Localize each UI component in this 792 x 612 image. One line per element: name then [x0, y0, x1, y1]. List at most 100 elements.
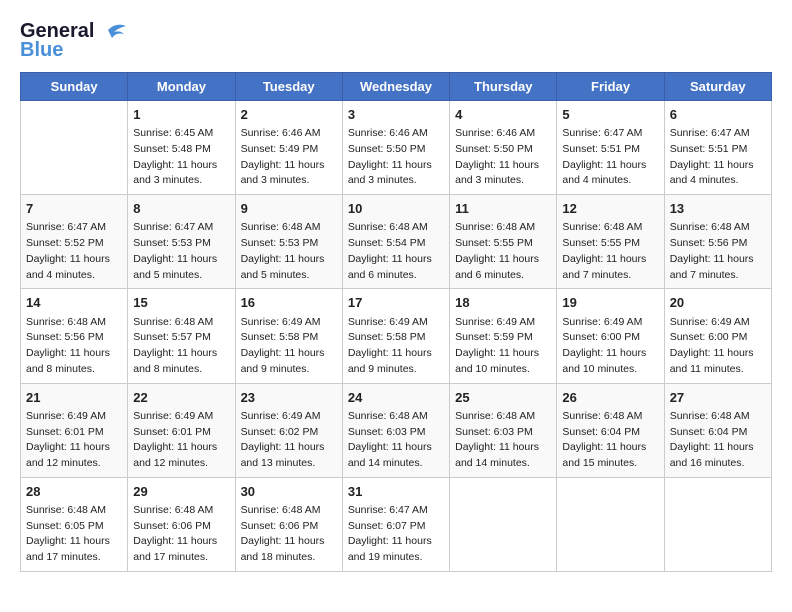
cell-content: Sunrise: 6:47 AM Sunset: 5:53 PM Dayligh… — [133, 220, 229, 283]
day-number: 20 — [670, 294, 766, 312]
day-number: 11 — [455, 200, 551, 218]
cell-content: Sunrise: 6:48 AM Sunset: 6:06 PM Dayligh… — [133, 503, 229, 566]
week-row-5: 28 Sunrise: 6:48 AM Sunset: 6:05 PM Dayli… — [21, 477, 772, 571]
day-number: 10 — [348, 200, 444, 218]
day-number: 8 — [133, 200, 229, 218]
cell-content: Sunrise: 6:47 AM Sunset: 5:52 PM Dayligh… — [26, 220, 122, 283]
calendar-cell: 4 Sunrise: 6:46 AM Sunset: 5:50 PM Daylig… — [450, 101, 557, 195]
day-number: 1 — [133, 106, 229, 124]
calendar-table: SundayMondayTuesdayWednesdayThursdayFrid… — [20, 72, 772, 572]
calendar-cell: 5 Sunrise: 6:47 AM Sunset: 5:51 PM Daylig… — [557, 101, 664, 195]
cell-content: Sunrise: 6:49 AM Sunset: 5:58 PM Dayligh… — [241, 315, 337, 378]
day-number: 5 — [562, 106, 658, 124]
cell-content: Sunrise: 6:48 AM Sunset: 6:03 PM Dayligh… — [455, 409, 551, 472]
calendar-cell: 7 Sunrise: 6:47 AM Sunset: 5:52 PM Daylig… — [21, 195, 128, 289]
cell-content: Sunrise: 6:48 AM Sunset: 5:57 PM Dayligh… — [133, 315, 229, 378]
cell-content: Sunrise: 6:48 AM Sunset: 6:04 PM Dayligh… — [562, 409, 658, 472]
day-number: 6 — [670, 106, 766, 124]
day-header-thursday: Thursday — [450, 73, 557, 101]
calendar-cell: 15 Sunrise: 6:48 AM Sunset: 5:57 PM Dayli… — [128, 289, 235, 383]
cell-content: Sunrise: 6:48 AM Sunset: 5:56 PM Dayligh… — [26, 315, 122, 378]
cell-content: Sunrise: 6:49 AM Sunset: 6:02 PM Dayligh… — [241, 409, 337, 472]
day-number: 9 — [241, 200, 337, 218]
calendar-cell: 14Sunrise: 6:48 AM Sunset: 5:56 PM Dayli… — [21, 289, 128, 383]
day-number: 16 — [241, 294, 337, 312]
calendar-cell: 6 Sunrise: 6:47 AM Sunset: 5:51 PM Daylig… — [664, 101, 771, 195]
calendar-header-row: SundayMondayTuesdayWednesdayThursdayFrid… — [21, 73, 772, 101]
calendar-cell: 20 Sunrise: 6:49 AM Sunset: 6:00 PM Dayli… — [664, 289, 771, 383]
cell-content: Sunrise: 6:49 AM Sunset: 6:01 PM Dayligh… — [26, 409, 122, 472]
day-number: 28 — [26, 483, 122, 501]
calendar-cell: 21Sunrise: 6:49 AM Sunset: 6:01 PM Dayli… — [21, 383, 128, 477]
calendar-cell: 3 Sunrise: 6:46 AM Sunset: 5:50 PM Daylig… — [342, 101, 449, 195]
calendar-cell: 13Sunrise: 6:48 AM Sunset: 5:56 PM Dayli… — [664, 195, 771, 289]
day-number: 7 — [26, 200, 122, 218]
calendar-cell: 11 Sunrise: 6:48 AM Sunset: 5:55 PM Dayli… — [450, 195, 557, 289]
calendar-cell: 9 Sunrise: 6:48 AM Sunset: 5:53 PM Daylig… — [235, 195, 342, 289]
week-row-3: 14Sunrise: 6:48 AM Sunset: 5:56 PM Dayli… — [21, 289, 772, 383]
cell-content: Sunrise: 6:48 AM Sunset: 5:53 PM Dayligh… — [241, 220, 337, 283]
calendar-cell: 17 Sunrise: 6:49 AM Sunset: 5:58 PM Dayli… — [342, 289, 449, 383]
calendar-cell: 16 Sunrise: 6:49 AM Sunset: 5:58 PM Dayli… — [235, 289, 342, 383]
calendar-cell: 1 Sunrise: 6:45 AM Sunset: 5:48 PM Daylig… — [128, 101, 235, 195]
week-row-1: 1 Sunrise: 6:45 AM Sunset: 5:48 PM Daylig… — [21, 101, 772, 195]
day-number: 2 — [241, 106, 337, 124]
day-number: 4 — [455, 106, 551, 124]
logo-bird-icon — [98, 22, 126, 42]
day-number: 18 — [455, 294, 551, 312]
cell-content: Sunrise: 6:48 AM Sunset: 6:05 PM Dayligh… — [26, 503, 122, 566]
calendar-cell: 31 Sunrise: 6:47 AM Sunset: 6:07 PM Dayli… — [342, 477, 449, 571]
calendar-cell: 26Sunrise: 6:48 AM Sunset: 6:04 PM Dayli… — [557, 383, 664, 477]
cell-content: Sunrise: 6:46 AM Sunset: 5:49 PM Dayligh… — [241, 126, 337, 189]
day-header-saturday: Saturday — [664, 73, 771, 101]
calendar-cell — [664, 477, 771, 571]
day-number: 15 — [133, 294, 229, 312]
calendar-cell: 12 Sunrise: 6:48 AM Sunset: 5:55 PM Dayli… — [557, 195, 664, 289]
cell-content: Sunrise: 6:47 AM Sunset: 5:51 PM Dayligh… — [562, 126, 658, 189]
week-row-2: 7 Sunrise: 6:47 AM Sunset: 5:52 PM Daylig… — [21, 195, 772, 289]
cell-content: Sunrise: 6:48 AM Sunset: 5:55 PM Dayligh… — [455, 220, 551, 283]
cell-content: Sunrise: 6:48 AM Sunset: 6:03 PM Dayligh… — [348, 409, 444, 472]
cell-content: Sunrise: 6:46 AM Sunset: 5:50 PM Dayligh… — [348, 126, 444, 189]
calendar-body: 1 Sunrise: 6:45 AM Sunset: 5:48 PM Daylig… — [21, 101, 772, 572]
calendar-cell: 18Sunrise: 6:49 AM Sunset: 5:59 PM Dayli… — [450, 289, 557, 383]
day-number: 17 — [348, 294, 444, 312]
day-header-monday: Monday — [128, 73, 235, 101]
cell-content: Sunrise: 6:49 AM Sunset: 5:58 PM Dayligh… — [348, 315, 444, 378]
day-number: 29 — [133, 483, 229, 501]
day-number: 22 — [133, 389, 229, 407]
day-number: 12 — [562, 200, 658, 218]
cell-content: Sunrise: 6:47 AM Sunset: 6:07 PM Dayligh… — [348, 503, 444, 566]
calendar-cell: 8 Sunrise: 6:47 AM Sunset: 5:53 PM Daylig… — [128, 195, 235, 289]
day-number: 24 — [348, 389, 444, 407]
cell-content: Sunrise: 6:49 AM Sunset: 6:00 PM Dayligh… — [670, 315, 766, 378]
calendar-cell: 30Sunrise: 6:48 AM Sunset: 6:06 PM Dayli… — [235, 477, 342, 571]
cell-content: Sunrise: 6:48 AM Sunset: 6:04 PM Dayligh… — [670, 409, 766, 472]
day-number: 3 — [348, 106, 444, 124]
calendar-cell: 10Sunrise: 6:48 AM Sunset: 5:54 PM Dayli… — [342, 195, 449, 289]
calendar-cell: 29 Sunrise: 6:48 AM Sunset: 6:06 PM Dayli… — [128, 477, 235, 571]
day-header-tuesday: Tuesday — [235, 73, 342, 101]
day-number: 31 — [348, 483, 444, 501]
day-header-sunday: Sunday — [21, 73, 128, 101]
calendar-cell: 2 Sunrise: 6:46 AM Sunset: 5:49 PM Daylig… — [235, 101, 342, 195]
page-header: General Blue — [20, 20, 772, 62]
day-number: 25 — [455, 389, 551, 407]
logo: General Blue — [20, 20, 126, 62]
calendar-cell — [557, 477, 664, 571]
calendar-cell: 23Sunrise: 6:49 AM Sunset: 6:02 PM Dayli… — [235, 383, 342, 477]
calendar-cell — [450, 477, 557, 571]
cell-content: Sunrise: 6:48 AM Sunset: 5:56 PM Dayligh… — [670, 220, 766, 283]
cell-content: Sunrise: 6:45 AM Sunset: 5:48 PM Dayligh… — [133, 126, 229, 189]
calendar-cell: 19Sunrise: 6:49 AM Sunset: 6:00 PM Dayli… — [557, 289, 664, 383]
cell-content: Sunrise: 6:46 AM Sunset: 5:50 PM Dayligh… — [455, 126, 551, 189]
day-number: 27 — [670, 389, 766, 407]
calendar-cell — [21, 101, 128, 195]
day-header-wednesday: Wednesday — [342, 73, 449, 101]
cell-content: Sunrise: 6:48 AM Sunset: 6:06 PM Dayligh… — [241, 503, 337, 566]
calendar-cell: 24 Sunrise: 6:48 AM Sunset: 6:03 PM Dayli… — [342, 383, 449, 477]
cell-content: Sunrise: 6:47 AM Sunset: 5:51 PM Dayligh… — [670, 126, 766, 189]
cell-content: Sunrise: 6:49 AM Sunset: 6:01 PM Dayligh… — [133, 409, 229, 472]
cell-content: Sunrise: 6:48 AM Sunset: 5:55 PM Dayligh… — [562, 220, 658, 283]
logo-blue: Blue — [20, 39, 63, 62]
